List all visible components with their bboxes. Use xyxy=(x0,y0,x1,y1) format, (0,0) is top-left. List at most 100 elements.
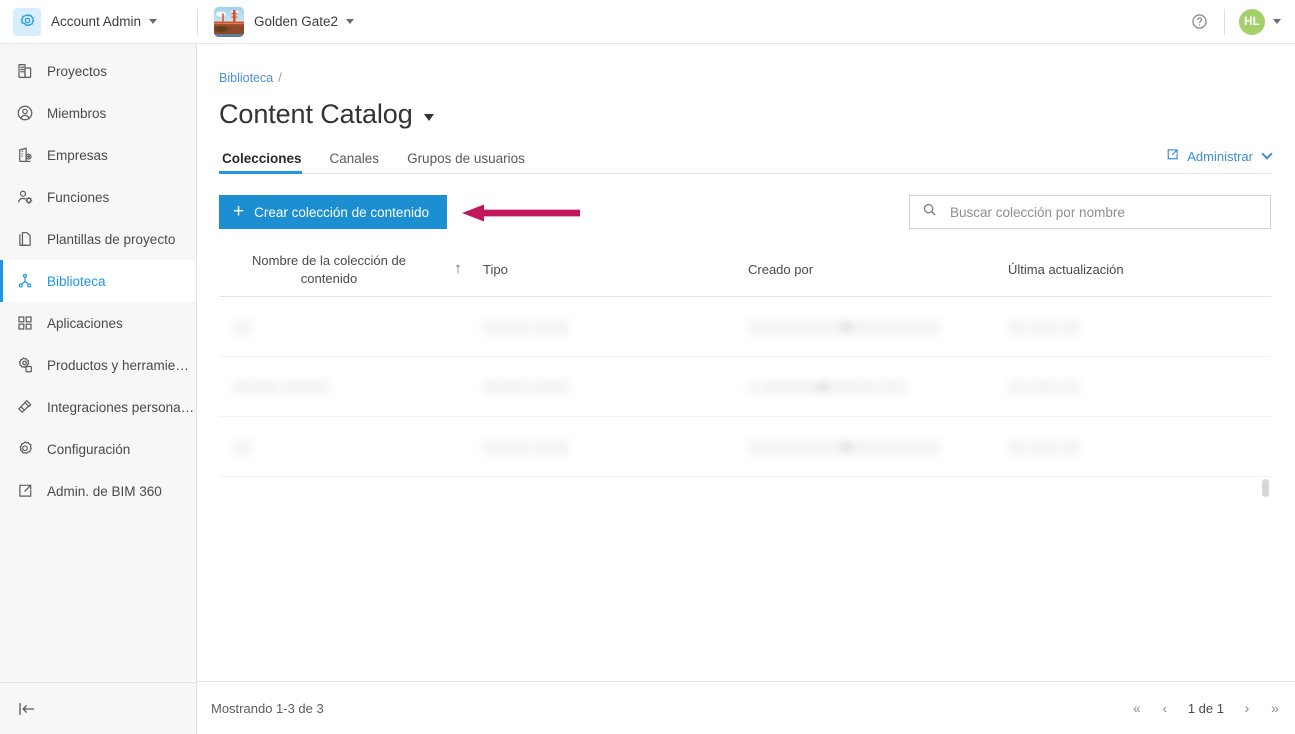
sidebar-item-label: Miembros xyxy=(47,105,107,121)
sidebar-item-label: Proyectos xyxy=(47,63,108,79)
main-content: Biblioteca / Content Catalog Colecciones … xyxy=(197,44,1295,734)
sidebar-item-label: Admin. de BIM 360 xyxy=(47,483,162,499)
main-inner: Biblioteca / Content Catalog Colecciones … xyxy=(197,44,1295,681)
plus-icon: + xyxy=(233,201,245,222)
sidebar-item-label: Integraciones persona… xyxy=(47,399,195,415)
collapse-sidebar-icon[interactable] xyxy=(14,696,40,722)
chevron-down-icon[interactable] xyxy=(423,114,434,121)
cell-type: ░░░░░ ░░░░ xyxy=(483,379,748,394)
redacted-value: ░░ ░░░ ░░ xyxy=(1008,319,1080,334)
redacted-value: ░░ xyxy=(233,319,252,334)
cell-updated: ░░ ░░░ ░░ xyxy=(1008,379,1271,394)
sidebar-item-label: Plantillas de proyecto xyxy=(47,231,176,247)
topbar-right-actions: HL xyxy=(1184,0,1295,43)
scrollbar-thumb[interactable] xyxy=(1262,479,1269,497)
golden-gate-bridge-thumbnail xyxy=(214,6,244,37)
chevron-down-icon xyxy=(149,19,158,24)
account-admin-switcher[interactable]: Account Admin xyxy=(0,0,197,43)
tabs-row: Colecciones Canales Grupos de usuarios A… xyxy=(219,145,1273,174)
sidebar-item-label: Biblioteca xyxy=(47,273,106,289)
breadcrumb: Biblioteca / xyxy=(219,71,1271,85)
administrar-link[interactable]: Administrar xyxy=(1165,147,1273,165)
sidebar-item-label: Configuración xyxy=(47,441,131,457)
table-footer: Mostrando 1-3 de 3 « ‹ 1 de 1 › » xyxy=(197,681,1295,734)
copy-pages-icon xyxy=(14,228,36,250)
tab-canales[interactable]: Canales xyxy=(316,151,394,173)
tab-colecciones[interactable]: Colecciones xyxy=(219,151,316,174)
cell-updated: ░░ ░░░ ░░ xyxy=(1008,319,1271,334)
project-name-label: Golden Gate2 xyxy=(254,14,339,29)
sidebar-item-label: Empresas xyxy=(47,147,108,163)
sidebar-item-miembros[interactable]: Miembros xyxy=(0,92,196,134)
sidebar-item-plantillas-de-proyecto[interactable]: Plantillas de proyecto xyxy=(0,218,196,260)
column-header-updated[interactable]: Última actualización xyxy=(1008,261,1271,279)
sidebar-item-aplicaciones[interactable]: Aplicaciones xyxy=(0,302,196,344)
sidebar-item-configuracion[interactable]: Configuración xyxy=(0,428,196,470)
sidebar-item-productos-y-herramientas[interactable]: Productos y herramien… xyxy=(0,344,196,386)
sidebar-item-funciones[interactable]: Funciones xyxy=(0,176,196,218)
sidebar-item-empresas[interactable]: Empresas xyxy=(0,134,196,176)
account-admin-label: Account Admin xyxy=(51,14,142,29)
cell-type: ░░░░░ ░░░░ xyxy=(483,319,748,334)
redacted-value: ░░ ░░░ ░░ xyxy=(1008,379,1080,394)
table-row[interactable]: ░░░░░ ░░░░░ ░░░░░ ░░░░ ░ ░░░░░░@░░░░░.░░… xyxy=(219,357,1271,417)
cell-name: ░░ xyxy=(233,439,433,454)
person-gear-icon xyxy=(14,186,36,208)
cell-creator: ░░░░░░░░░░@░░░░░░.░░░ xyxy=(748,439,1008,454)
column-header-type[interactable]: Tipo xyxy=(483,261,748,279)
first-page-button[interactable]: « xyxy=(1123,694,1151,722)
cell-name: ░░ xyxy=(233,319,433,334)
sidebar-item-label: Funciones xyxy=(47,189,110,205)
tabs: Colecciones Canales Grupos de usuarios xyxy=(219,145,539,174)
page-indicator: 1 de 1 xyxy=(1187,700,1224,716)
search-input[interactable] xyxy=(948,203,1260,221)
redacted-value: ░░░░░░░░░░@░░░░░░.░░░ xyxy=(748,439,940,454)
previous-page-button[interactable]: ‹ xyxy=(1151,694,1179,722)
avatar[interactable]: HL xyxy=(1239,8,1265,35)
redacted-value: ░░ xyxy=(233,439,252,454)
create-content-collection-button[interactable]: + Crear colección de contenido xyxy=(219,195,447,229)
sidebar: Proyectos Miembros Empresas Funciones Pl… xyxy=(0,44,197,734)
top-bar: Account Admin Golden Gate2 HL xyxy=(0,0,1295,44)
app-window: Account Admin Golden Gate2 HL Proyectos … xyxy=(0,0,1295,734)
redacted-value: ░░░░░ ░░░░░ xyxy=(233,379,329,394)
topbar-divider-2 xyxy=(1224,8,1225,35)
help-circle-icon[interactable] xyxy=(1184,7,1214,37)
chevron-down-icon xyxy=(1261,148,1273,160)
column-header-creator[interactable]: Creado por xyxy=(748,261,1008,279)
tab-label: Grupos de usuarios xyxy=(407,151,525,166)
actions-row: + Crear colección de contenido xyxy=(219,195,1271,229)
external-link-icon xyxy=(1165,147,1180,165)
redacted-value: ░░░░░ ░░░░ xyxy=(483,319,570,334)
sidebar-item-biblioteca[interactable]: Biblioteca xyxy=(0,260,196,302)
sidebar-nav: Proyectos Miembros Empresas Funciones Pl… xyxy=(0,44,196,682)
tab-grupos-de-usuarios[interactable]: Grupos de usuarios xyxy=(393,151,539,173)
sidebar-item-integraciones-personalizadas[interactable]: Integraciones persona… xyxy=(0,386,196,428)
sort-ascending-icon[interactable]: ↑ xyxy=(433,259,483,279)
project-switcher[interactable]: Golden Gate2 xyxy=(198,0,355,43)
breadcrumb-link-biblioteca[interactable]: Biblioteca xyxy=(219,71,273,85)
library-node-icon xyxy=(14,270,36,292)
column-header-name[interactable]: Nombre de la colección de contenido xyxy=(233,252,433,287)
sidebar-item-admin-de-bim-360[interactable]: Admin. de BIM 360 xyxy=(0,470,196,512)
table-row[interactable]: ░░ ░░░░░ ░░░░ ░░░░░░░░░░@░░░░░░.░░░ ░░ ░… xyxy=(219,297,1271,357)
tab-label: Colecciones xyxy=(222,151,302,166)
page-title: Content Catalog xyxy=(219,99,1271,130)
company-icon xyxy=(14,144,36,166)
cell-updated: ░░ ░░░ ░░ xyxy=(1008,439,1271,454)
external-link-icon xyxy=(14,480,36,502)
vertical-scrollbar[interactable] xyxy=(1262,479,1269,734)
building-icon xyxy=(14,60,36,82)
gears-icon xyxy=(14,354,36,376)
chevron-down-icon[interactable] xyxy=(1273,19,1281,24)
table-row[interactable]: ░░ ░░░░░ ░░░░ ░░░░░░░░░░@░░░░░░.░░░ ░░ ░… xyxy=(219,417,1271,477)
annotation-arrow-left xyxy=(462,204,580,222)
search-collection-box[interactable] xyxy=(909,195,1271,229)
sidebar-item-proyectos[interactable]: Proyectos xyxy=(0,50,196,92)
gear-icon xyxy=(14,438,36,460)
create-button-label: Crear colección de contenido xyxy=(254,204,429,220)
cell-creator: ░ ░░░░░░@░░░░░.░░░ xyxy=(748,379,1008,394)
next-page-button[interactable]: › xyxy=(1233,694,1261,722)
tab-label: Canales xyxy=(329,151,380,166)
gear-hub-icon xyxy=(13,7,41,36)
